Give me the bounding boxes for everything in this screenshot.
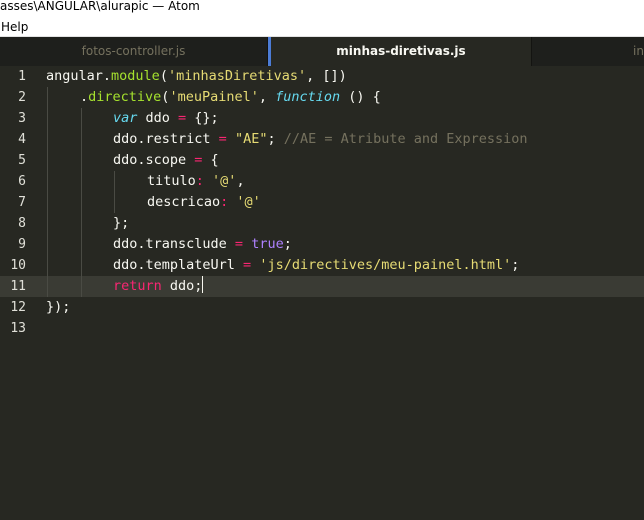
line-number: 8 — [18, 216, 26, 231]
token: 'minhasDiretivas' — [167, 68, 307, 84]
token: = — [243, 257, 252, 273]
code-content[interactable]: angular.module('minhasDiretivas', []) .d… — [46, 66, 644, 520]
line-number: 12 — [10, 300, 26, 315]
code-line-12: }); — [46, 297, 644, 318]
line-number: 5 — [18, 153, 26, 168]
token: : — [220, 194, 237, 210]
token: "AE" — [234, 131, 268, 147]
token: , — [236, 173, 245, 189]
token: ; — [511, 257, 520, 273]
tab-bar: fotos-controller.js minhas-diretivas.js … — [0, 37, 644, 66]
token: = — [234, 236, 244, 252]
token: ; — [283, 236, 292, 252]
code-line-9: ddo.transclude = true; — [46, 234, 644, 255]
token: : — [195, 173, 213, 189]
code-line-1: angular.module('minhasDiretivas', []) — [46, 66, 644, 87]
token: directive — [88, 89, 162, 105]
line-number: 3 — [18, 111, 26, 126]
code-line-2: .directive('meuPainel', function () { — [46, 87, 644, 108]
line-number: 10 — [10, 258, 26, 273]
text-cursor — [202, 276, 204, 293]
window-title-bar: asses\ANGULAR\alurapic — Atom — [0, 0, 644, 17]
code-line-3: var ddo = {}; — [46, 108, 644, 129]
token: = — [218, 131, 227, 147]
code-line-5: ddo.scope = { — [46, 150, 644, 171]
token: ddo.templateUrl — [113, 257, 244, 273]
line-number: 4 — [18, 132, 26, 147]
code-editor[interactable]: 1 2 3 4 5 6 7 8 9 10 11 12 13 angular.mo… — [0, 66, 644, 520]
line-number-gutter: 1 2 3 4 5 6 7 8 9 10 11 12 13 — [0, 66, 36, 520]
token: titulo — [147, 173, 196, 189]
token: 'meuPainel' — [169, 89, 259, 105]
token: '@' — [236, 194, 261, 210]
window-title: asses\ANGULAR\alurapic — Atom — [0, 0, 200, 13]
token: //AE = Atribute and Expression — [283, 131, 528, 147]
token: }; — [113, 215, 130, 231]
line-number-active: 11 — [10, 279, 26, 294]
line-number: 7 — [18, 195, 26, 210]
token: ddo.scope — [113, 152, 195, 168]
token: 'js/directives/meu-painel.html' — [259, 257, 512, 273]
token: { — [202, 152, 219, 168]
token: ; — [267, 131, 284, 147]
token: }); — [46, 299, 71, 315]
token: () { — [340, 89, 381, 105]
code-line-4: ddo.restrict = "AE"; //AE = Atribute and… — [46, 129, 644, 150]
tab-fotos-controller[interactable]: fotos-controller.js — [0, 37, 268, 66]
code-line-11: return ddo; — [46, 276, 644, 297]
line-number: 13 — [10, 321, 26, 336]
menu-item-help[interactable]: Help — [0, 20, 28, 34]
token: , []) — [306, 68, 347, 84]
code-line-10: ddo.templateUrl = 'js/directives/meu-pai… — [46, 255, 644, 276]
token: true — [251, 236, 284, 252]
code-line-6: titulo: '@', — [46, 171, 644, 192]
token: '@' — [212, 173, 237, 189]
token: module — [111, 68, 160, 84]
token: = — [178, 110, 187, 126]
token: ( — [159, 68, 168, 84]
token: . — [102, 68, 112, 84]
token: ddo — [137, 110, 179, 126]
tab-partial[interactable]: in — [531, 37, 644, 66]
token: {}; — [186, 110, 219, 126]
token: , — [258, 89, 276, 105]
line-number: 2 — [18, 90, 26, 105]
line-number: 6 — [18, 174, 26, 189]
code-line-8: }; — [46, 213, 644, 234]
token: return — [113, 278, 162, 294]
token: . — [80, 89, 89, 105]
token: function — [275, 89, 341, 105]
token: var — [113, 110, 138, 126]
line-number: 1 — [18, 69, 26, 84]
tab-minhas-diretivas[interactable]: minhas-diretivas.js — [268, 37, 531, 66]
token: angular — [46, 68, 103, 84]
line-number: 9 — [18, 237, 26, 252]
code-line-7: descricao: '@' — [46, 192, 644, 213]
token: ddo.restrict — [113, 131, 219, 147]
token: ddo; — [161, 278, 203, 294]
menu-bar: Help — [0, 17, 644, 37]
token: ddo.transclude — [113, 236, 235, 252]
token: descricao — [147, 194, 221, 210]
